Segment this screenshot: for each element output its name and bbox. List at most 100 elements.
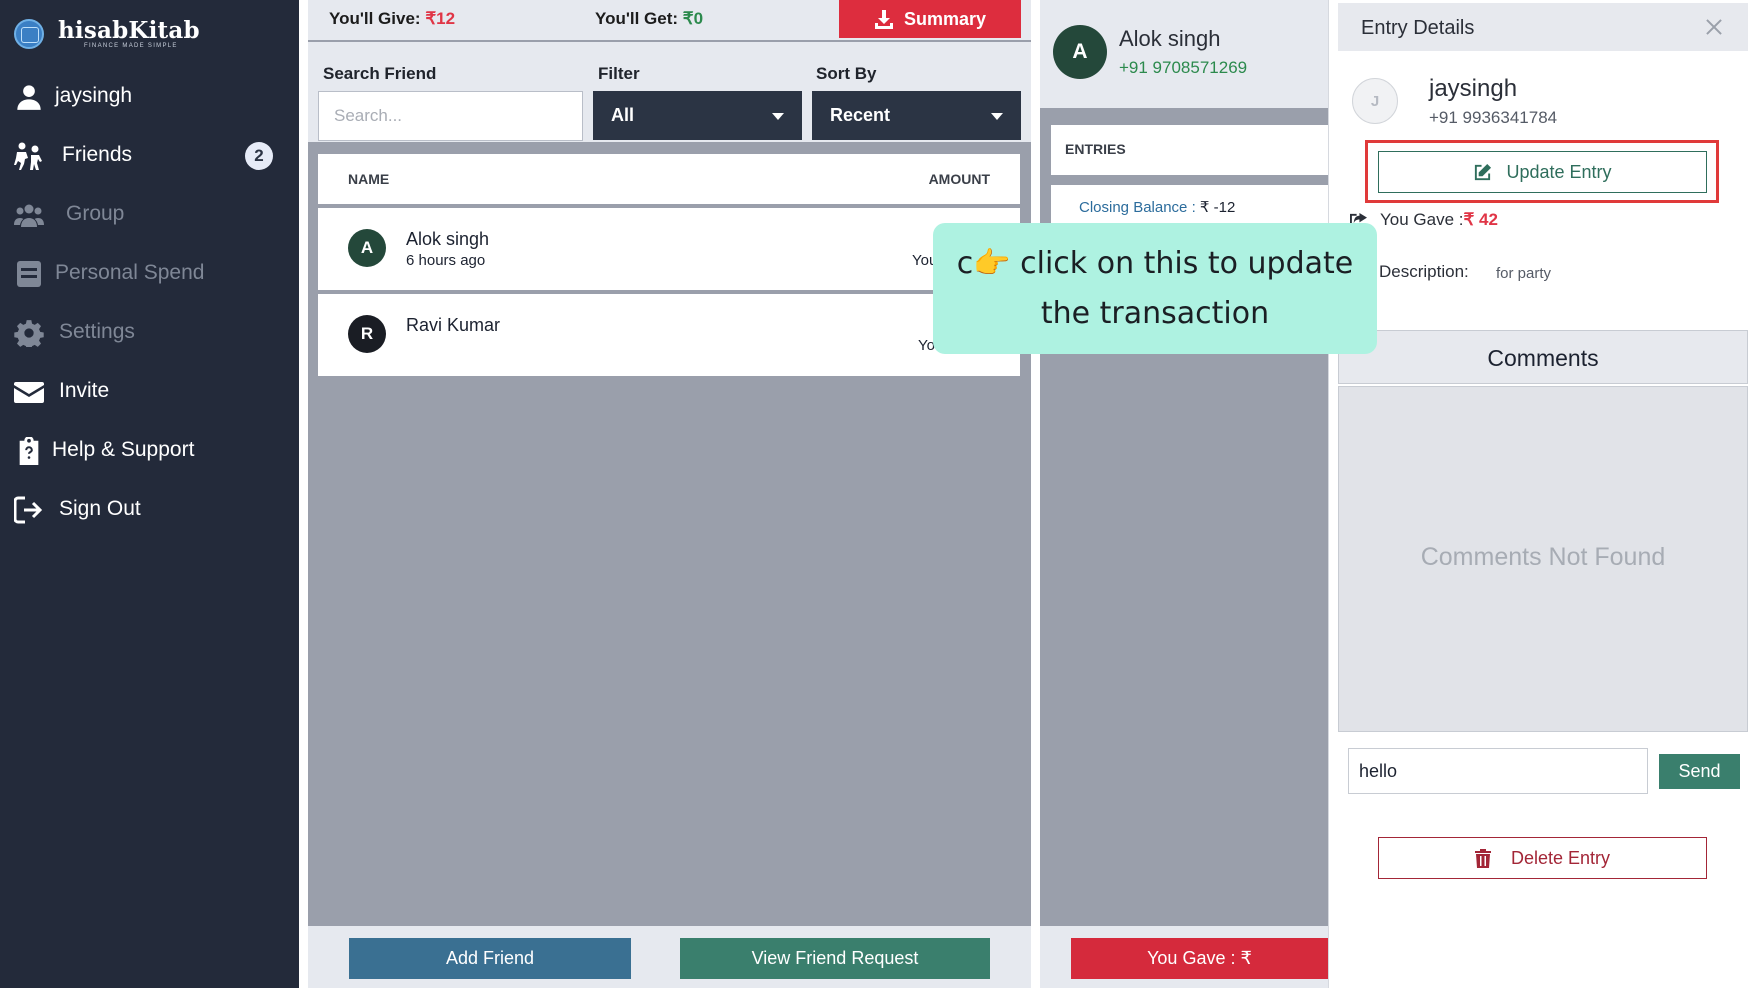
view-friend-request-button[interactable]: View Friend Request [680,938,990,979]
friend-detail-actions: You Gave : ₹ [1040,926,1328,988]
you-gave-value: ₹ 42 [1463,210,1498,229]
summary-label: Summary [903,8,987,29]
caret-down-icon [772,113,784,120]
group-icon [14,201,44,229]
pointing-hand-icon: 👉 [973,246,1011,281]
get-label: You'll Get: [595,9,679,28]
close-icon[interactable] [1704,17,1724,37]
you-will-give: You'll Give: ₹12 [329,9,455,29]
caret-down-icon [991,113,1003,120]
sort-value: Recent [830,105,891,125]
closing-balance-label: Closing Balance : [1079,199,1200,216]
friend-detail-name: Alok singh [1119,26,1221,51]
filter-select[interactable]: All [593,91,802,140]
filter-label: Filter [598,64,640,83]
comments-title: Comments [1487,345,1599,371]
you-gave-button[interactable]: You Gave : ₹ [1071,938,1328,979]
sign-out-icon [13,496,44,524]
friends-icon [14,142,44,170]
sidebar-item-label: Help & Support [52,438,195,461]
get-value: ₹0 [682,9,704,28]
delete-entry-label: Delete Entry [1510,847,1611,868]
sidebar-item-group[interactable]: Group [0,189,299,239]
user-icon [14,83,44,111]
you-gave-label: You Gave : [1380,210,1464,229]
sidebar-item-sign-out[interactable]: Sign Out [0,484,299,534]
avatar: A [348,229,386,267]
avatar: R [348,315,386,353]
friend-detail-header: A Alok singh +91 9708571269 [1040,0,1328,108]
callout-line-1: c👉 click on this to update [933,239,1377,289]
closing-balance-row: Closing Balance : ₹ -12 [1051,185,1328,225]
closing-balance: Closing Balance : ₹ -12 [1079,198,1235,216]
friends-table-header: NAME AMOUNT [318,154,1020,204]
you-will-get: You'll Get: ₹0 [595,9,703,29]
add-friend-button[interactable]: Add Friend [349,938,631,979]
avatar: J [1352,78,1398,124]
globe-logo-icon [14,19,44,49]
delete-entry-button[interactable]: Delete Entry [1378,837,1707,879]
comments-empty-state: Comments Not Found [1420,543,1666,571]
app-tagline: FINANCE MADE SIMPLE [84,43,178,49]
comment-input[interactable] [1348,748,1648,794]
app-name: hisabKitab [58,17,200,44]
sidebar-item-label: Sign Out [59,497,141,520]
sidebar-item-help[interactable]: Help & Support [0,425,299,475]
sidebar-item-settings[interactable]: Settings [0,307,299,357]
update-entry-button[interactable]: Update Entry [1378,151,1707,193]
friend-name: Ravi Kumar [406,315,501,335]
give-value: ₹12 [425,9,456,28]
description-value: for party [1496,265,1552,282]
sidebar-item-personal-spend[interactable]: Personal Spend [0,248,299,298]
sidebar-item-label: Group [66,202,125,225]
friend-detail-panel: A Alok singh +91 9708571269 ENTRIES Clos… [1040,0,1328,988]
summary-button[interactable]: Summary [839,0,1021,38]
entry-details-drawer: Entry Details J jaysingh +91 9936341784 … [1328,0,1756,988]
gear-icon [14,319,44,350]
friend-row[interactable]: A Alok singh 6 hours ago You [318,208,1020,290]
tutorial-callout: c👉 click on this to update the transacti… [933,223,1377,354]
friend-detail-phone: +91 9708571269 [1119,58,1248,77]
drawer-header: Entry Details [1338,3,1748,51]
friends-actions-bar: Add Friend View Friend Request [308,926,1031,988]
entries-label: ENTRIES [1065,141,1126,157]
callout-prefix: c [956,246,974,281]
sidebar-item-label: Settings [59,320,135,343]
entry-user-phone: +91 9936341784 [1429,108,1558,127]
update-entry-label: Update Entry [1506,161,1612,182]
entries-header: ENTRIES [1051,125,1328,175]
friends-panel: You'll Give: ₹12 You'll Get: ₹0 Summary … [308,0,1031,988]
closing-balance-value: ₹ -12 [1199,199,1236,216]
sidebar-item-label: jaysingh [55,84,133,107]
wallet-icon [14,260,44,288]
filter-bar: Search Friend Filter Sort By All Recent [308,42,1031,142]
send-button[interactable]: Send [1659,754,1740,789]
description-label: Description: [1379,262,1469,281]
download-icon [874,10,893,29]
trash-icon [1474,848,1491,868]
sidebar: hisabKitab FINANCE MADE SIMPLE jaysingh … [0,0,299,988]
app-logo[interactable]: hisabKitab FINANCE MADE SIMPLE [14,14,200,54]
clipboard-question-icon [14,436,44,465]
callout-text-1: click on this to update [1020,246,1354,281]
friend-row[interactable]: R Ravi Kumar You [318,294,1020,376]
callout-text-2: the transaction [1040,296,1270,331]
give-label: You'll Give: [329,9,421,28]
sort-select[interactable]: Recent [812,91,1021,140]
column-amount: AMOUNT [928,171,990,187]
comments-list: Comments Not Found [1338,386,1748,732]
avatar: A [1053,25,1107,79]
balance-bar: You'll Give: ₹12 You'll Get: ₹0 Summary [308,0,1031,40]
envelope-icon [14,378,44,406]
friends-count-badge: 2 [245,142,273,170]
search-input[interactable] [318,91,583,141]
friend-name: Alok singh [406,229,490,249]
sidebar-item-invite[interactable]: Invite [0,366,299,416]
entry-user-name: jaysingh [1429,75,1518,102]
sidebar-item-label: Invite [59,379,110,402]
sidebar-item-label: Personal Spend [55,261,205,284]
edit-icon [1475,163,1492,180]
sidebar-item-profile[interactable]: jaysingh [0,71,299,121]
sort-label: Sort By [816,64,877,83]
drawer-title: Entry Details [1361,17,1475,39]
